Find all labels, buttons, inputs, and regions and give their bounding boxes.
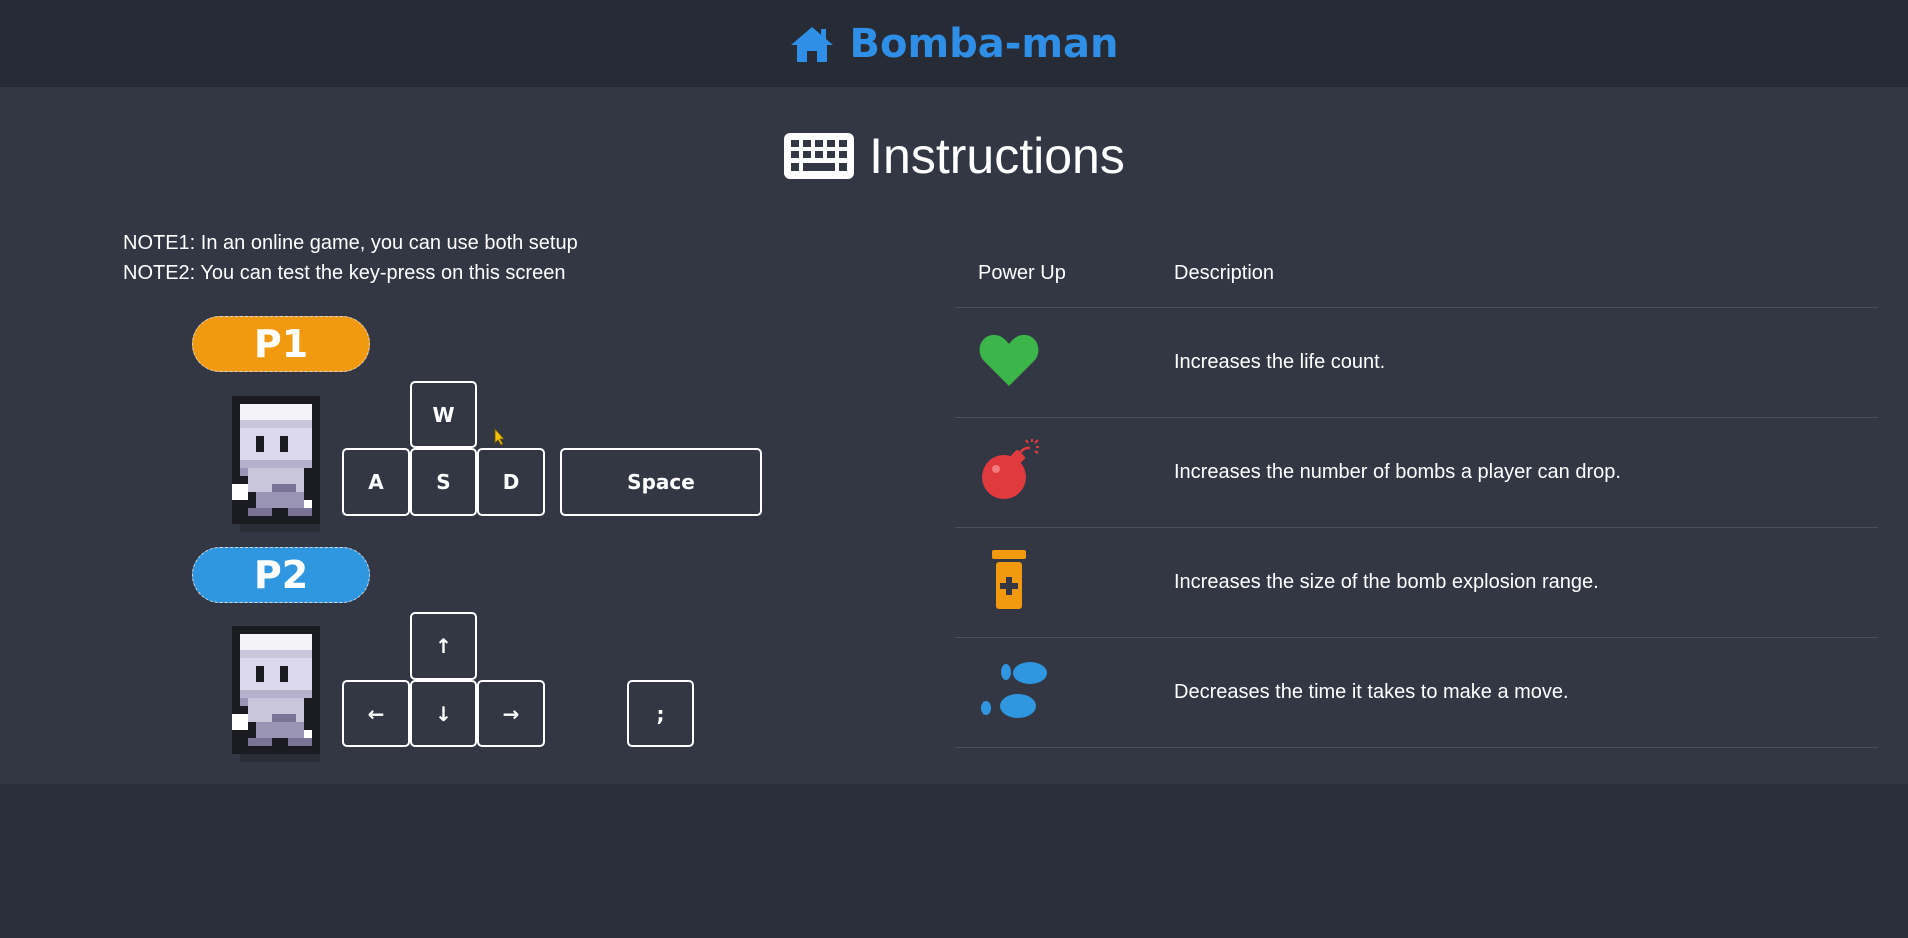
key-p1-right[interactable]: D [477,448,545,516]
column-header-description: Description [1151,240,1878,308]
key-p2-left[interactable]: ← [342,680,410,747]
notes: NOTE1: In an online game, you can use bo… [123,228,578,288]
home-link[interactable]: Bomba-man [789,20,1119,67]
table-row: Decreases the time it takes to make a mo… [955,637,1878,748]
column-header-powerup: Power Up [955,240,1151,308]
powerup-description: Increases the life count. [1151,307,1878,418]
key-p2-action[interactable]: ; [627,680,694,747]
key-p1-up[interactable]: W [410,381,477,448]
key-p2-up[interactable]: ↑ [410,612,477,680]
powerup-description: Increases the number of bombs a player c… [1151,417,1878,528]
key-p1-action[interactable]: Space [560,448,762,516]
instructions-heading: Instructions [0,128,1908,184]
app-title: Bomba-man [849,20,1119,67]
table-row: Increases the life count. [955,307,1878,418]
key-p1-down[interactable]: S [410,448,477,516]
player-2-badge: P2 [192,547,370,603]
home-icon [791,26,834,62]
footsteps-icon [981,661,1047,718]
powerups-table: Power Up Description Increases the life … [955,240,1878,748]
player-2-sprite [232,626,320,762]
potion-icon [992,549,1026,609]
powerup-description: Decreases the time it takes to make a mo… [1151,637,1878,748]
key-p2-down[interactable]: ↓ [410,680,477,747]
player-1-badge: P1 [192,316,370,372]
table-row: Increases the size of the bomb explosion… [955,527,1878,638]
mouse-cursor-icon [494,428,505,446]
table-row: Increases the number of bombs a player c… [955,417,1878,528]
key-p2-right[interactable]: → [477,680,545,747]
heart-icon [979,334,1039,386]
table-header-row: Power Up Description [955,240,1878,308]
bomb-icon [982,438,1039,499]
player-1-sprite [232,396,320,532]
instructions-title: Instructions [869,128,1125,184]
top-bar: Bomba-man [0,0,1908,87]
note-2: NOTE2: You can test the key-press on thi… [123,262,566,284]
powerup-description: Increases the size of the bomb explosion… [1151,527,1878,638]
key-p1-left[interactable]: A [342,448,410,516]
page-footer [0,784,1908,938]
keyboard-icon [784,133,855,179]
note-1: NOTE1: In an online game, you can use bo… [123,232,578,254]
